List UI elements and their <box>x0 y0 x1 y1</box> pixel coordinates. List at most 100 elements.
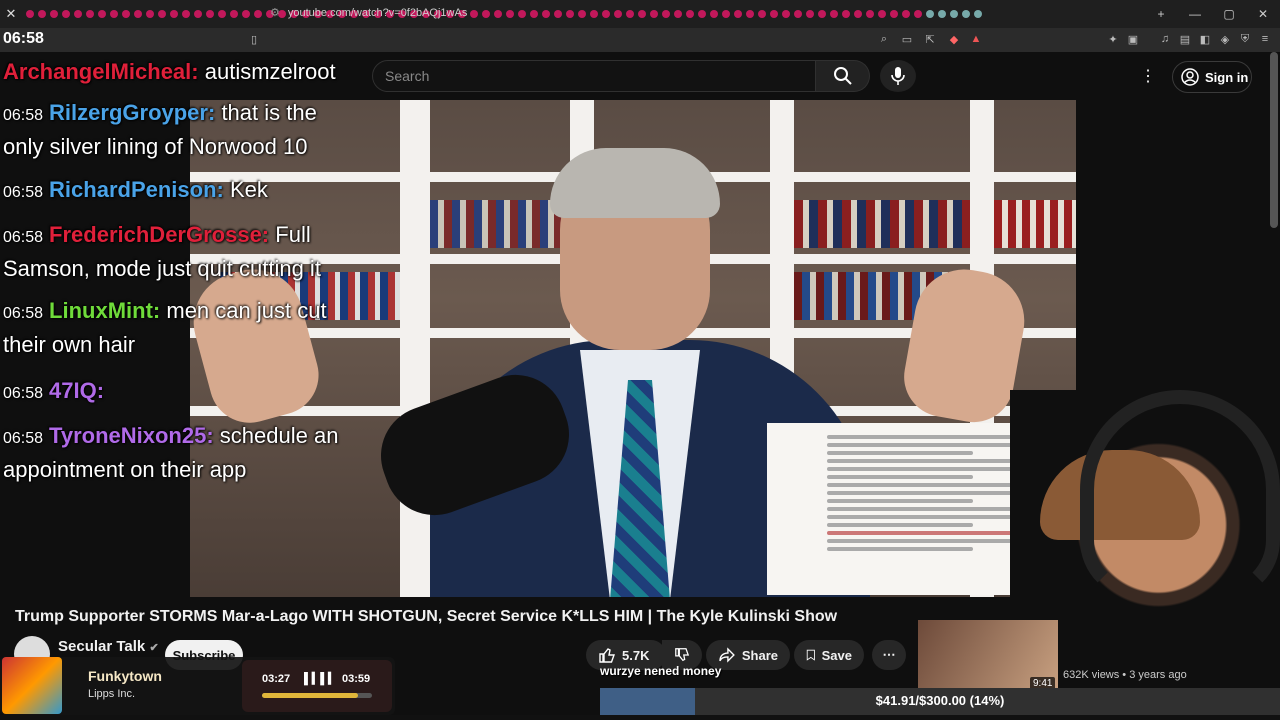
chat-text: autismzelroot <box>204 59 336 84</box>
chat-timestamp: 06:58 <box>3 229 44 246</box>
verified-icon: ✔ <box>149 642 159 654</box>
window-close-icon[interactable]: ✕ <box>1246 0 1280 28</box>
goal-caption: wurzye nened money <box>600 664 722 678</box>
track-elapsed: 03:27 <box>262 673 291 685</box>
chat-message: only silver lining of Norwood 10 <box>3 130 308 164</box>
save-button[interactable]: Save <box>794 640 864 670</box>
menu-icon[interactable]: ≡ <box>1257 31 1273 47</box>
chat-text: Kek <box>229 177 268 202</box>
track-progress-fill <box>262 693 358 698</box>
books <box>794 200 970 248</box>
chat-username[interactable]: RilzergGroyper: <box>49 100 215 125</box>
vpn-icon[interactable]: ◈ <box>1217 31 1233 47</box>
tab-favicon-icon[interactable] <box>86 10 94 18</box>
tab-favicon-icon[interactable] <box>50 10 58 18</box>
sign-in-label: Sign in <box>1205 69 1249 85</box>
site-info-icon[interactable]: ⚙ <box>270 6 280 19</box>
bookmark-icon[interactable]: ▯ <box>246 31 262 47</box>
tab-favicon-icon[interactable] <box>158 10 166 18</box>
tab-favicon-icon[interactable] <box>110 10 118 18</box>
tab-favicon-icon[interactable] <box>242 10 250 18</box>
sidebar-icon[interactable]: ▤ <box>1177 31 1193 47</box>
rewards-icon[interactable]: ▲ <box>968 31 984 47</box>
tab-favicon-icon[interactable] <box>122 10 130 18</box>
tab-favicon-icon[interactable] <box>38 10 46 18</box>
chat-username[interactable]: 47IQ: <box>49 378 104 403</box>
url-field[interactable]: ⚙ youtube.com/watch?v=0f2bAQj1wAs <box>270 4 970 21</box>
books <box>994 200 1076 248</box>
chat-message: appointment on their app <box>3 453 246 487</box>
voice-search-button[interactable] <box>880 60 916 92</box>
more-actions-button[interactable]: ⋯ <box>872 640 906 670</box>
chat-username[interactable]: FrederichDerGrosse: <box>49 222 269 247</box>
save-icon <box>806 649 815 661</box>
chat-message: 06:58 47IQ: <box>3 374 104 411</box>
tab-favicon-icon[interactable] <box>62 10 70 18</box>
chat-username[interactable]: ArchangelMicheal: <box>3 59 199 84</box>
cast-icon[interactable]: ▭ <box>899 31 915 47</box>
share-page-icon[interactable]: ⇱ <box>922 31 938 47</box>
search-icon <box>833 67 852 85</box>
host-hair <box>550 148 720 218</box>
extensions-icon[interactable]: ✦ <box>1105 31 1121 47</box>
channel-name[interactable]: Secular Talk ✔ <box>58 638 159 655</box>
tab-favicon-icon[interactable] <box>98 10 106 18</box>
kebab-icon[interactable]: ⋮ <box>1138 64 1158 88</box>
maximize-icon[interactable]: ▢ <box>1212 0 1246 28</box>
tab-favicon-icon[interactable] <box>206 10 214 18</box>
chat-timestamp: 06:58 <box>3 385 44 402</box>
save-label: Save <box>821 647 852 663</box>
chat-timestamp: 06:58 <box>3 305 44 322</box>
chat-text: Samson, mode just quit cutting it <box>3 256 321 281</box>
security-icon[interactable]: ⛨ <box>1237 31 1253 47</box>
zoom-icon[interactable]: ⌕ <box>876 31 892 47</box>
track-progress <box>262 693 372 698</box>
track-player <box>242 660 392 712</box>
wallet-icon[interactable]: ▣ <box>1125 31 1141 47</box>
tab-favicon-icon[interactable] <box>218 10 226 18</box>
address-bar <box>0 28 1280 52</box>
media-icon[interactable]: ♫ <box>1157 31 1173 47</box>
account-icon <box>1181 68 1199 86</box>
channel-label: Secular Talk <box>58 638 146 655</box>
tab-favicon-icon[interactable] <box>182 10 190 18</box>
chat-timestamp: 06:58 <box>3 184 44 201</box>
tab-favicon-icon[interactable] <box>26 10 34 18</box>
dislike-icon <box>675 648 690 662</box>
tab-favicon-icon[interactable] <box>170 10 178 18</box>
chat-overlay: ArchangelMicheal: autismzelroot 06:58 Rilz… <box>0 52 400 492</box>
tab-favicon-icon[interactable] <box>254 10 262 18</box>
sign-in-button[interactable]: Sign in <box>1172 61 1252 93</box>
video-title: Trump Supporter STORMS Mar-a-Lago WITH S… <box>15 608 838 625</box>
tab-favicon-icon[interactable] <box>146 10 154 18</box>
chat-text: that is the <box>221 100 317 125</box>
window-controls: + — ▢ ✕ <box>1144 0 1280 28</box>
tab-favicon-icon[interactable] <box>230 10 238 18</box>
chat-username[interactable]: RichardPenison: <box>49 177 224 202</box>
search-button[interactable] <box>816 60 870 92</box>
track-artist: Lipps Inc. <box>88 688 136 700</box>
tab-favicon-icon[interactable] <box>974 10 982 18</box>
minimize-icon[interactable]: — <box>1178 0 1212 28</box>
like-count: 5.7K <box>622 647 650 663</box>
brave-shield-icon[interactable]: ◆ <box>946 31 962 47</box>
chat-text: Full <box>275 222 311 247</box>
search-input[interactable]: Search <box>372 60 816 92</box>
chat-message: 06:58 TyroneNixon25: schedule an <box>3 419 338 456</box>
share-icon <box>719 647 735 663</box>
tab-favicon-icon[interactable] <box>74 10 82 18</box>
chat-text: appointment on their app <box>3 457 247 482</box>
chat-username[interactable]: TyroneNixon25: <box>49 423 214 448</box>
clock: 06:58 <box>3 30 44 47</box>
chat-timestamp: 06:58 <box>3 430 44 447</box>
profile-toolbar-icon[interactable]: ◧ <box>1197 31 1213 47</box>
chat-message: 06:58 FrederichDerGrosse: Full <box>3 218 311 255</box>
new-tab-icon[interactable]: + <box>1144 0 1178 28</box>
chat-username[interactable]: LinuxMint: <box>49 298 160 323</box>
track-duration: 03:59 <box>342 673 371 685</box>
close-tab-icon[interactable]: ✕ <box>0 6 22 22</box>
scrollbar[interactable] <box>1270 52 1278 228</box>
chat-message: Samson, mode just quit cutting it <box>3 252 321 286</box>
tab-favicon-icon[interactable] <box>134 10 142 18</box>
tab-favicon-icon[interactable] <box>194 10 202 18</box>
